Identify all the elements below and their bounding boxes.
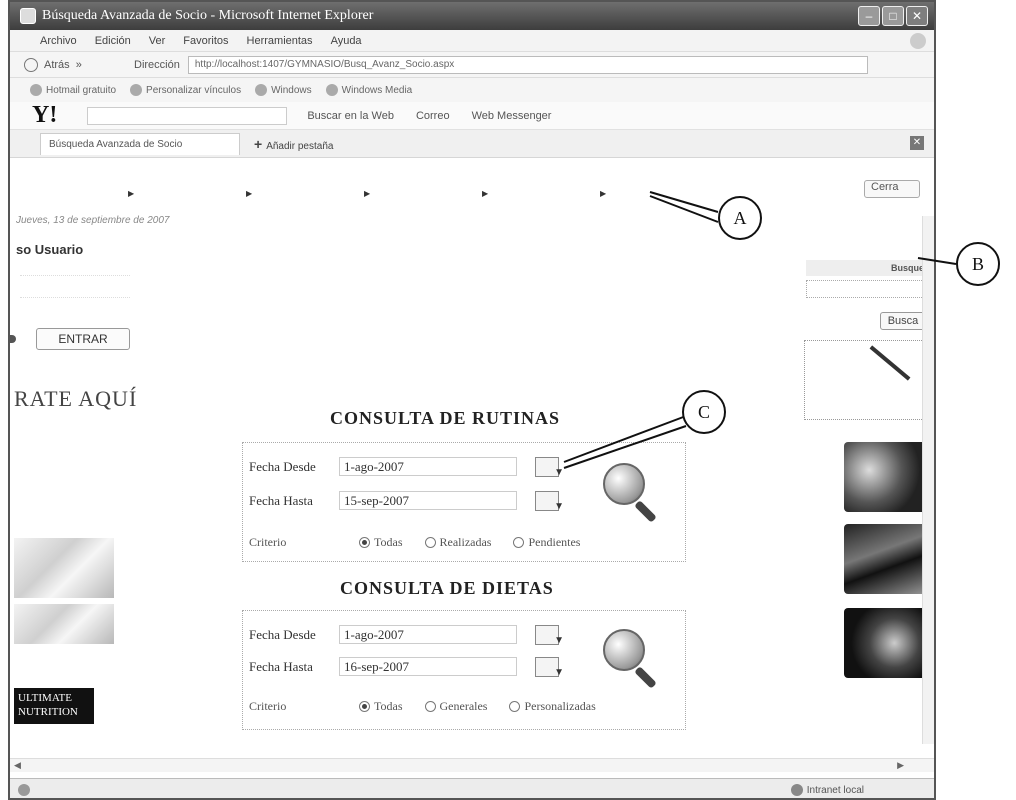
callout-c-line: [563, 425, 687, 469]
callout-b-line: [917, 257, 957, 265]
callout-c-line: [563, 415, 687, 463]
callout-c: C: [682, 390, 726, 434]
callout-a: A: [718, 196, 762, 240]
callout-b: B: [956, 242, 1000, 286]
callout-lines: [563, 191, 957, 469]
